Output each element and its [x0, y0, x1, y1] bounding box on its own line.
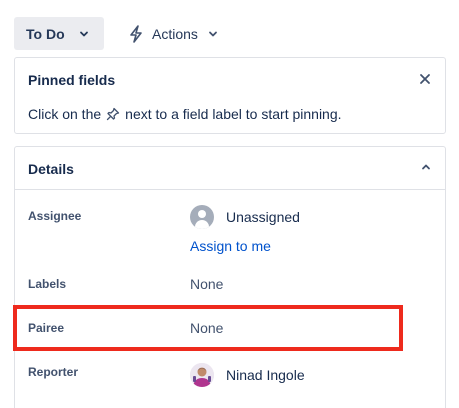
status-label: To Do	[26, 25, 65, 42]
labels-label: Labels	[28, 277, 67, 291]
reporter-label: Reporter	[28, 365, 79, 379]
pin-icon	[106, 107, 120, 121]
highlight-box	[13, 305, 403, 351]
pinned-message-before: Click on the	[28, 106, 102, 122]
actions-dropdown-button[interactable]: Actions	[128, 17, 218, 50]
reporter-field[interactable]: Ninad Ingole	[190, 363, 305, 387]
labels-value[interactable]: None	[190, 276, 223, 292]
details-title: Details	[28, 161, 74, 177]
pinned-fields-panel: Pinned fields Click on the next to a fie…	[14, 57, 446, 134]
pinned-message-after: next to a field label to start pinning.	[125, 106, 342, 122]
issue-toolbar: To Do Actions	[14, 17, 218, 50]
close-icon[interactable]	[417, 71, 433, 87]
assign-to-me-link[interactable]: Assign to me	[190, 238, 271, 254]
details-header[interactable]: Details	[15, 147, 445, 190]
default-avatar-icon	[190, 205, 214, 229]
assignee-label: Assignee	[28, 209, 82, 223]
details-panel: Details Assignee Unassigned Assign to me…	[14, 146, 446, 408]
pinned-fields-title: Pinned fields	[28, 72, 116, 88]
actions-label: Actions	[152, 25, 198, 42]
assignee-value: Unassigned	[226, 209, 300, 225]
reporter-value: Ninad Ingole	[226, 367, 305, 383]
chevron-down-icon	[208, 29, 218, 39]
user-avatar	[190, 363, 214, 387]
assignee-field[interactable]: Unassigned	[190, 205, 300, 229]
chevron-down-icon	[79, 29, 89, 39]
chevron-up-icon[interactable]	[421, 162, 431, 172]
status-dropdown-button[interactable]: To Do	[14, 17, 104, 50]
pinned-fields-message: Click on the next to a field label to st…	[28, 106, 342, 122]
lightning-bolt-icon	[128, 24, 144, 43]
